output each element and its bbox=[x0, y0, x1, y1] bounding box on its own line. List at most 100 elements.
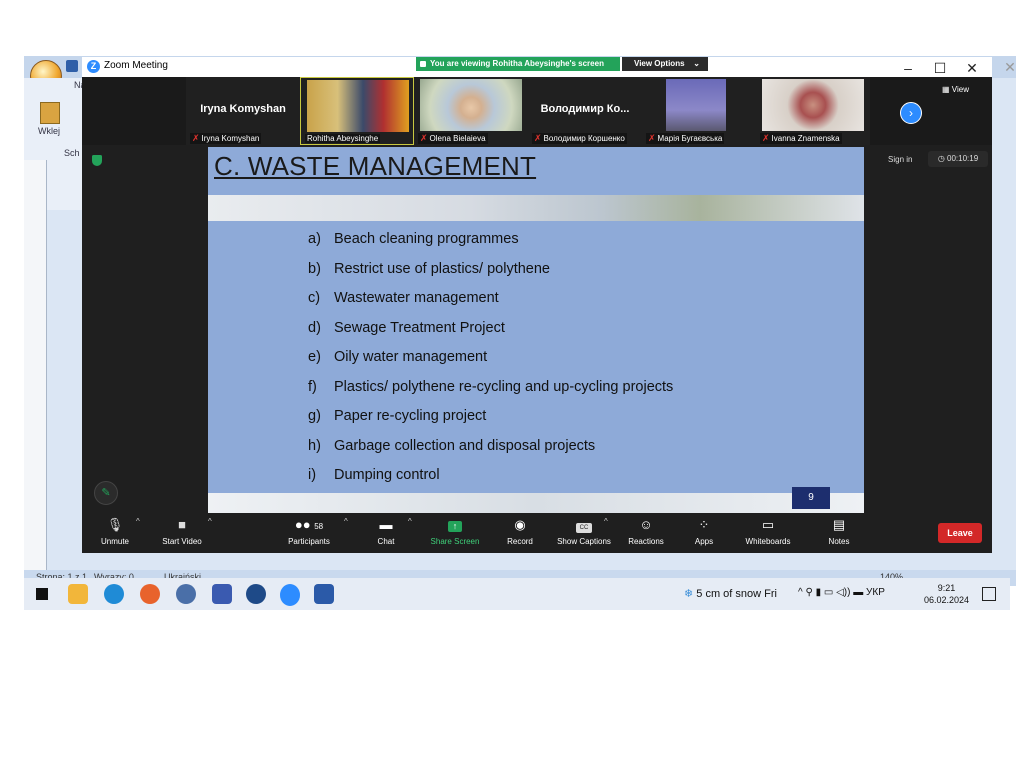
participant-strip: Iryna Komyshan ✗ Iryna Komyshan Rohitha A… bbox=[82, 77, 992, 145]
paste-icon[interactable] bbox=[40, 102, 60, 124]
unmute-button[interactable]: 🎙 Unmute ^ bbox=[92, 513, 140, 553]
leave-button[interactable]: Leave bbox=[938, 523, 982, 543]
notification-icon[interactable] bbox=[982, 587, 996, 601]
participant-tile[interactable]: ✗ Olena Bielaieva bbox=[414, 77, 528, 145]
notes-icon: ▤ bbox=[832, 517, 846, 532]
viewing-banner: You are viewing Rohitha Abeysinghe's scr… bbox=[416, 57, 620, 71]
sign-in-link[interactable]: Sign in bbox=[888, 155, 912, 164]
notes-button[interactable]: ▤ Notes bbox=[818, 513, 860, 553]
chevron-up-icon[interactable]: ^ bbox=[136, 517, 140, 526]
app-icon[interactable] bbox=[212, 584, 232, 604]
slide-banner-image bbox=[208, 195, 864, 221]
chevron-up-icon[interactable]: ^ bbox=[344, 517, 348, 526]
slide-list-item: h) Garbage collection and disposal projec… bbox=[308, 437, 596, 454]
taskbar: ❄ 5 cm of snow Fri ^ ⚲ ▮ ▭ ◁)) ▬ УКР 9:2… bbox=[24, 578, 1010, 610]
clock-time: 9:21 bbox=[937, 583, 956, 593]
participant-tile[interactable]: Володимир Ко... ✗ Володимир Коршенко bbox=[528, 77, 642, 145]
screen-share-icon bbox=[420, 61, 426, 67]
chevron-up-icon[interactable]: ^ bbox=[604, 517, 608, 526]
apps-icon: ⁘ bbox=[698, 517, 710, 532]
chat-icon: ▬ bbox=[379, 517, 393, 532]
whiteboards-button[interactable]: ▭ Whiteboards bbox=[740, 513, 796, 553]
chrome-browser-icon[interactable] bbox=[140, 584, 160, 604]
input-language[interactable]: УКР bbox=[866, 587, 885, 598]
share-screen-icon: ↑ bbox=[448, 521, 462, 532]
video-off-icon: ■ bbox=[178, 517, 186, 532]
participant-name: Володимир Ко... bbox=[540, 103, 630, 115]
reactions-icon: ☺ bbox=[639, 517, 653, 532]
shared-slide: C. WASTE MANAGEMENT a) Beach cleaning pro… bbox=[208, 147, 864, 515]
settings-gear-icon[interactable] bbox=[176, 584, 196, 604]
tray-icons[interactable]: ⚲ ▮ ▭ ◁)) ▬ bbox=[805, 587, 863, 598]
edge-browser-icon[interactable] bbox=[104, 584, 124, 604]
mic-muted-icon: ✗ bbox=[648, 133, 656, 143]
file-explorer-icon[interactable] bbox=[68, 584, 88, 604]
show-captions-button[interactable]: CC Show Captions ^ bbox=[548, 513, 620, 553]
paste-label[interactable]: Wklej bbox=[38, 126, 60, 136]
mic-muted-icon: ✗ bbox=[534, 133, 542, 143]
slide-title: C. WASTE MANAGEMENT bbox=[214, 151, 537, 181]
slide-footer-image bbox=[208, 493, 864, 515]
start-windows-icon[interactable] bbox=[36, 588, 48, 600]
mic-muted-icon: ✗ bbox=[762, 133, 770, 143]
clock-icon: ◷ bbox=[937, 154, 948, 163]
grid-view-icon: ▦ bbox=[942, 85, 952, 94]
chevron-up-icon[interactable]: ^ bbox=[408, 517, 412, 526]
record-button[interactable]: ◉ Record bbox=[500, 513, 540, 553]
security-shield-icon[interactable] bbox=[92, 155, 102, 166]
system-tray[interactable]: ^ ⚲ ▮ ▭ ◁)) ▬ УКР bbox=[798, 587, 885, 598]
word-close-icon[interactable]: ✕ bbox=[990, 56, 1016, 78]
participant-label: ✗ Марія Бугаєвська bbox=[646, 133, 725, 144]
slide-list-item: c) Wastewater management bbox=[308, 290, 499, 306]
record-icon: ◉ bbox=[514, 517, 526, 532]
clock[interactable]: 9:21 06.02.2024 bbox=[924, 582, 969, 606]
participant-label: ✗ Володимир Коршенко bbox=[532, 133, 627, 144]
participant-label: ✗ Iryna Komyshan bbox=[190, 133, 262, 144]
slide-list-item: b) Restrict use of plastics/ polythene bbox=[308, 260, 550, 277]
zoom-taskbar-icon[interactable] bbox=[280, 584, 300, 606]
word-taskbar-icon[interactable] bbox=[314, 584, 334, 604]
reactions-button[interactable]: ☺ Reactions bbox=[624, 513, 668, 553]
participant-label: ✗ Olena Bielaieva bbox=[418, 133, 488, 144]
participant-video bbox=[666, 79, 726, 131]
chevron-down-icon: ⌄ bbox=[693, 59, 700, 68]
participant-tile[interactable]: ✗ Ivanna Znamenska bbox=[756, 77, 870, 145]
meeting-toolbar: 🎙 Unmute ^ ■ Start Video ^ ●● 58 Partici… bbox=[82, 513, 992, 553]
view-button[interactable]: ▦ View bbox=[942, 85, 969, 94]
chevron-up-icon[interactable]: ^ bbox=[798, 587, 803, 598]
slide-list-item: f) Plastics/ polythene re-cycling and up-… bbox=[308, 378, 674, 395]
viewing-banner-text: You are viewing Rohitha Abeysinghe's scr… bbox=[430, 59, 604, 68]
participants-count: 58 bbox=[314, 522, 324, 531]
share-screen-button[interactable]: ↑ Share Screen bbox=[426, 513, 484, 553]
vertical-ruler bbox=[24, 160, 47, 570]
app-icon[interactable] bbox=[246, 584, 266, 604]
mic-muted-icon: ✗ bbox=[192, 133, 200, 143]
meeting-timer: ◷ 00:10:19 bbox=[928, 151, 988, 167]
mic-muted-icon: ✗ bbox=[420, 133, 428, 143]
view-options-button[interactable]: View Options ⌄ bbox=[622, 57, 708, 71]
captions-icon: CC bbox=[576, 523, 592, 533]
zoom-logo-icon: Z bbox=[87, 60, 100, 73]
participant-video bbox=[762, 79, 864, 131]
window-title: Zoom Meeting bbox=[104, 60, 168, 71]
weather-widget[interactable]: ❄ 5 cm of snow Fri bbox=[684, 587, 777, 600]
chevron-up-icon[interactable]: ^ bbox=[208, 517, 212, 526]
next-page-chevron-right-icon[interactable]: › bbox=[900, 102, 922, 124]
apps-button[interactable]: ⁘ Apps bbox=[684, 513, 724, 553]
chat-button[interactable]: ▬ Chat ^ bbox=[368, 513, 412, 553]
participant-tile[interactable]: ✗ Марія Бугаєвська bbox=[642, 77, 756, 145]
participants-button[interactable]: ●● 58 Participants ^ bbox=[282, 513, 348, 553]
save-icon[interactable] bbox=[66, 60, 78, 72]
participant-tile[interactable]: Iryna Komyshan ✗ Iryna Komyshan bbox=[186, 77, 300, 145]
participants-icon: ●● bbox=[294, 517, 311, 532]
start-video-button[interactable]: ■ Start Video ^ bbox=[156, 513, 211, 553]
slide-page-number: 9 bbox=[792, 487, 830, 509]
annotate-pen-icon[interactable]: ✎ bbox=[94, 481, 118, 505]
whiteboard-icon: ▭ bbox=[761, 517, 775, 532]
zoom-window: Z Zoom Meeting You are viewing Rohitha A… bbox=[82, 57, 992, 553]
zoom-titlebar: Z Zoom Meeting You are viewing Rohitha A… bbox=[82, 57, 992, 77]
participant-label: Rohitha Abeysinghe bbox=[305, 134, 381, 143]
close-icon[interactable]: ✕ bbox=[952, 57, 992, 79]
participant-tile[interactable]: Rohitha Abeysinghe bbox=[300, 77, 414, 145]
participant-name: Iryna Komyshan bbox=[200, 103, 286, 115]
